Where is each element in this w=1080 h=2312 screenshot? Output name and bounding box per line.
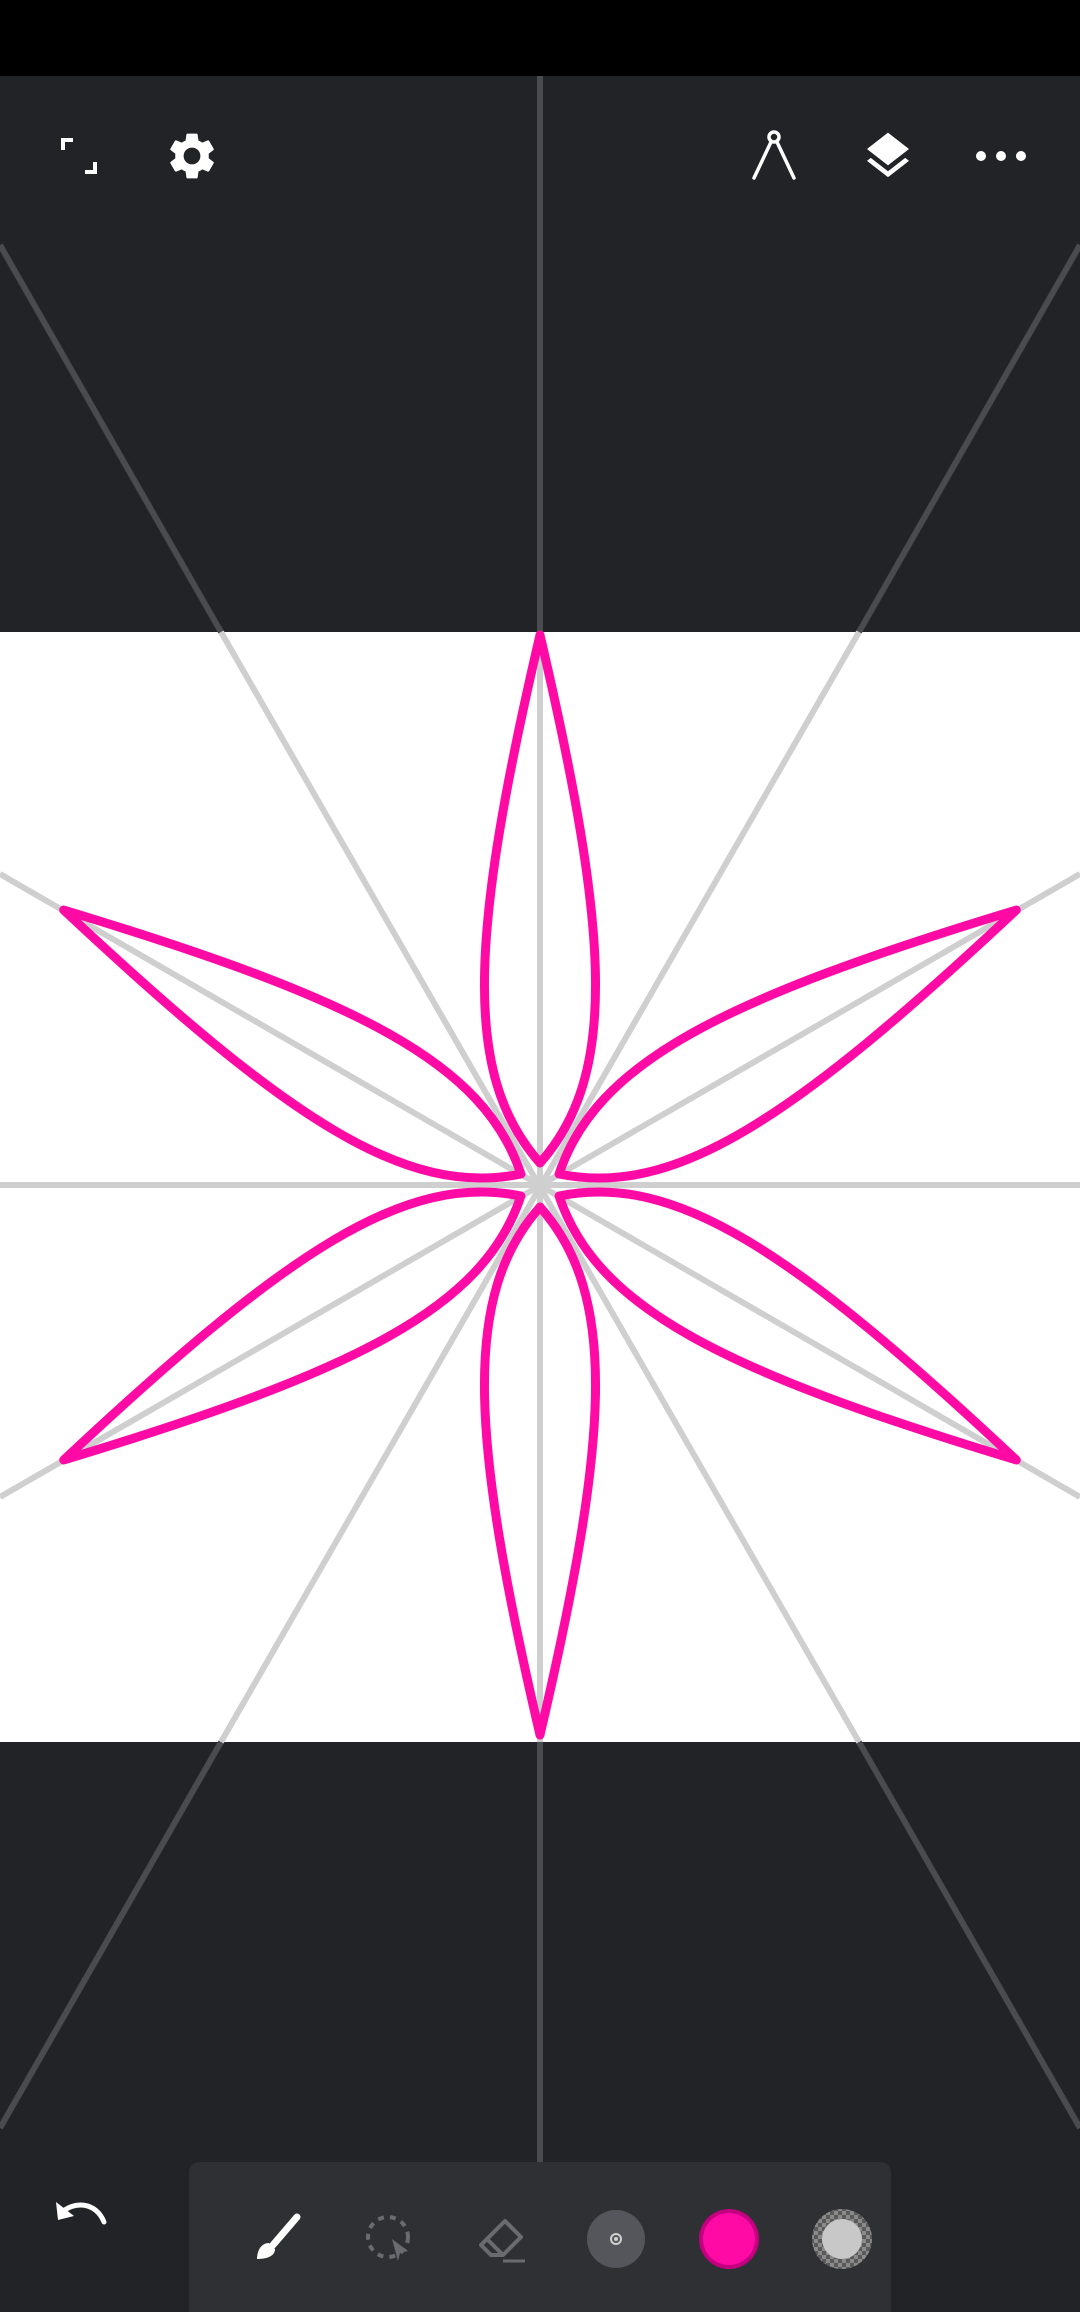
fullscreen-button[interactable] bbox=[29, 106, 129, 206]
color-swatch bbox=[699, 2209, 759, 2269]
undo-button[interactable] bbox=[30, 2170, 130, 2270]
brush-icon bbox=[257, 2213, 301, 2259]
brush-size-icon bbox=[587, 2210, 645, 2268]
canvas-svg[interactable] bbox=[0, 76, 1080, 2298]
settings-button[interactable] bbox=[142, 106, 242, 206]
lasso-select-tool[interactable] bbox=[348, 2197, 432, 2281]
ruler-compass-icon bbox=[752, 130, 796, 180]
layers-icon bbox=[867, 132, 909, 178]
more-options-icon bbox=[976, 151, 1026, 161]
brush-size-tool[interactable] bbox=[574, 2197, 658, 2281]
opacity-swatch bbox=[812, 2209, 872, 2269]
tool-bar bbox=[189, 2162, 891, 2312]
eraser-icon bbox=[479, 2219, 525, 2263]
brush-tool[interactable] bbox=[235, 2197, 319, 2281]
lasso-select-icon bbox=[366, 2215, 410, 2261]
undo-icon bbox=[56, 2202, 107, 2225]
fullscreen-icon bbox=[61, 138, 97, 174]
settings-gear-icon bbox=[170, 133, 214, 179]
eraser-tool[interactable] bbox=[461, 2197, 545, 2281]
opacity-control[interactable] bbox=[800, 2197, 884, 2281]
drawing-workspace[interactable] bbox=[0, 76, 1080, 2298]
ruler-compass-button[interactable] bbox=[724, 106, 824, 206]
color-picker[interactable] bbox=[687, 2197, 771, 2281]
status-bar bbox=[0, 0, 1080, 76]
layers-button[interactable] bbox=[838, 106, 938, 206]
more-options-button[interactable] bbox=[951, 106, 1051, 206]
